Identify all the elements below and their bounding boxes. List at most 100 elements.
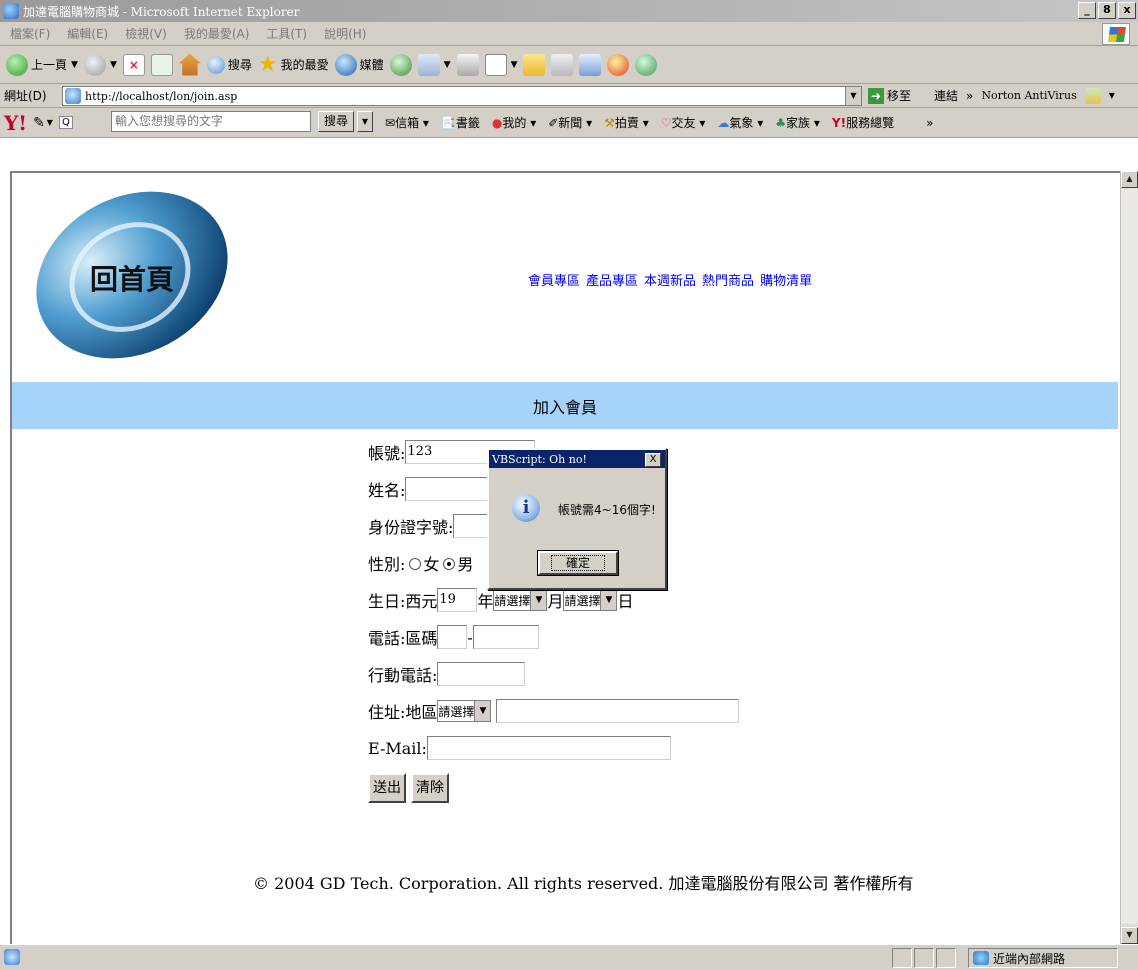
birth-year-input[interactable]: 19 xyxy=(437,588,478,612)
chevron-down-icon[interactable]: ▼ xyxy=(1109,91,1115,100)
search-button[interactable]: 搜尋 xyxy=(206,55,252,74)
chevron-down-icon[interactable]: ▼ xyxy=(47,118,53,127)
chevron-down-icon[interactable]: ▼ xyxy=(530,590,547,610)
menu-edit[interactable]: 編輯(E) xyxy=(67,25,108,42)
chevron-down-icon[interactable]: ▼ xyxy=(357,111,373,132)
home-button[interactable] xyxy=(178,53,201,76)
edit-button[interactable]: ▼ xyxy=(484,53,518,76)
yahoo-dating-item[interactable]: ♡交友 ▾ xyxy=(661,114,706,131)
nav-product-zone[interactable]: 產品專區 xyxy=(586,270,638,289)
norton-antivirus-button[interactable]: Norton AntiVirus xyxy=(981,89,1076,102)
chevron-down-icon[interactable]: ▼ xyxy=(474,701,491,721)
email-input[interactable] xyxy=(426,736,671,760)
chevron-down-icon[interactable]: ▼ xyxy=(845,87,861,105)
menu-tools[interactable]: 工具(T) xyxy=(266,25,307,42)
email-label: E-Mail: xyxy=(368,738,427,758)
maximize-button[interactable]: 8 xyxy=(1098,2,1116,19)
forward-arrow-icon xyxy=(83,53,106,76)
yahoo-search-button[interactable]: 搜尋 xyxy=(318,111,354,132)
media-label: 媒體 xyxy=(359,58,384,72)
region-select[interactable]: 請選擇 ▼ xyxy=(437,700,492,722)
yahoo-auction-item[interactable]: ⚒拍賣 ▾ xyxy=(604,114,649,131)
birth-day-select[interactable]: 請選擇 ▼ xyxy=(563,589,618,611)
yahoo-weather-item[interactable]: ☁氣象 ▾ xyxy=(717,114,763,131)
phone-area-code-input[interactable] xyxy=(437,625,468,649)
scroll-down-icon[interactable]: ▼ xyxy=(1121,927,1138,944)
back-button[interactable]: 上一頁 ▼ xyxy=(6,53,78,76)
refresh-button[interactable] xyxy=(150,53,173,76)
yahoo-bookmarks-item[interactable]: 📑書籤 xyxy=(441,114,480,131)
yahoo-services-item[interactable]: Y!服務總覽 xyxy=(832,114,894,131)
nav-shopping-cart[interactable]: 購物清單 xyxy=(760,270,812,289)
status-cell xyxy=(936,948,956,968)
media-button[interactable]: 媒體 xyxy=(334,53,384,76)
clear-button[interactable]: 清除 xyxy=(411,773,449,803)
menu-favorites[interactable]: 我的最愛(A) xyxy=(184,25,250,42)
yahoo-mail-item[interactable]: ✉信箱 ▾ xyxy=(385,114,429,131)
gender-female-radio[interactable] xyxy=(409,558,422,570)
menu-help[interactable]: 說明(H) xyxy=(324,25,366,42)
mobile-input[interactable] xyxy=(437,662,526,686)
mail-button[interactable]: ▼ xyxy=(417,53,451,76)
scroll-thumb[interactable] xyxy=(1121,189,1138,924)
yahoo-groups-item[interactable]: ♣家族 ▾ xyxy=(775,114,820,131)
yahoo-logo[interactable]: Y! xyxy=(4,111,27,135)
address-input[interactable] xyxy=(496,699,740,723)
address-label: 網址(D) xyxy=(4,89,47,103)
dialog-ok-button[interactable]: 確定 xyxy=(537,550,619,576)
forward-button[interactable]: ▼ xyxy=(83,53,117,76)
nav-member-zone[interactable]: 會員專區 xyxy=(528,270,580,289)
links-button[interactable]: 連結 xyxy=(934,87,958,104)
links-area: 連結 » Norton AntiVirus ▼ xyxy=(934,87,1115,104)
chevron-down-icon[interactable]: ▼ xyxy=(71,60,78,70)
minimize-button[interactable]: _ xyxy=(1078,2,1096,19)
window-titlebar: 加達電腦購物商城 - Microsoft Internet Explorer _… xyxy=(0,0,1138,22)
dialog-titlebar: VBScript: Oh no! xyxy=(489,450,665,468)
pencil-icon[interactable]: ✎ xyxy=(33,115,45,131)
menu-file[interactable]: 檔案(F) xyxy=(10,25,50,42)
my-yahoo-icon: ● xyxy=(491,116,503,130)
info-icon: i xyxy=(512,494,540,522)
messenger-icon xyxy=(579,53,602,76)
yahoo-my-item[interactable]: ●我的 ▾ xyxy=(492,114,536,131)
norton-icon[interactable] xyxy=(1084,87,1101,104)
gender-male-radio[interactable] xyxy=(443,558,456,570)
vertical-scrollbar[interactable]: ▲ ▼ xyxy=(1120,171,1138,944)
msn-button[interactable] xyxy=(635,53,658,76)
chevron-down-icon[interactable]: ▼ xyxy=(110,60,117,70)
favorites-button[interactable]: ★ 我的最愛 xyxy=(258,52,329,77)
intranet-zone-icon xyxy=(973,951,989,965)
yahoo-more-icon[interactable]: » xyxy=(926,116,933,130)
birth-month-select[interactable]: 請選擇 ▼ xyxy=(493,589,548,611)
research-button[interactable] xyxy=(551,53,574,76)
phone-number-input[interactable] xyxy=(472,625,539,649)
close-button[interactable]: x xyxy=(1118,2,1136,19)
nav-hot-products[interactable]: 熱門商品 xyxy=(702,270,754,289)
nav-new-this-week[interactable]: 本週新品 xyxy=(644,270,696,289)
chevron-down-icon[interactable]: ▼ xyxy=(511,60,518,70)
address-input[interactable]: http://localhost/lon/join.asp ▼ xyxy=(62,86,862,106)
dialog-close-button[interactable]: X xyxy=(645,453,661,467)
window-title: 加達電腦購物商城 - Microsoft Internet Explorer xyxy=(23,4,300,19)
mail-icon xyxy=(417,53,440,76)
messenger-button[interactable] xyxy=(579,53,602,76)
menu-view[interactable]: 檢視(V) xyxy=(125,25,167,42)
yahoo-messenger-button[interactable] xyxy=(607,53,630,76)
windows-logo-icon xyxy=(1102,23,1130,45)
links-more-icon[interactable]: » xyxy=(966,89,973,103)
scroll-up-icon[interactable]: ▲ xyxy=(1121,171,1138,188)
birthday-label: 生日:西元 xyxy=(368,592,438,611)
folder-button[interactable] xyxy=(523,53,546,76)
go-button[interactable]: ➜ 移至 xyxy=(868,87,911,104)
back-arrow-icon xyxy=(6,53,28,76)
home-logo-button[interactable]: 回首頁 xyxy=(30,185,235,365)
yahoo-search-input[interactable]: 輸入您想搜尋的文字 xyxy=(111,111,311,132)
history-button[interactable] xyxy=(389,53,412,76)
stop-button[interactable]: × xyxy=(122,53,145,76)
submit-button[interactable]: 送出 xyxy=(368,773,406,803)
chevron-down-icon[interactable]: ▼ xyxy=(600,590,617,610)
print-button[interactable] xyxy=(456,53,479,76)
yahoo-news-item[interactable]: ✐新聞 ▾ xyxy=(548,114,592,131)
chevron-down-icon[interactable]: ▼ xyxy=(444,60,451,70)
month-suffix: 月 xyxy=(547,592,564,611)
